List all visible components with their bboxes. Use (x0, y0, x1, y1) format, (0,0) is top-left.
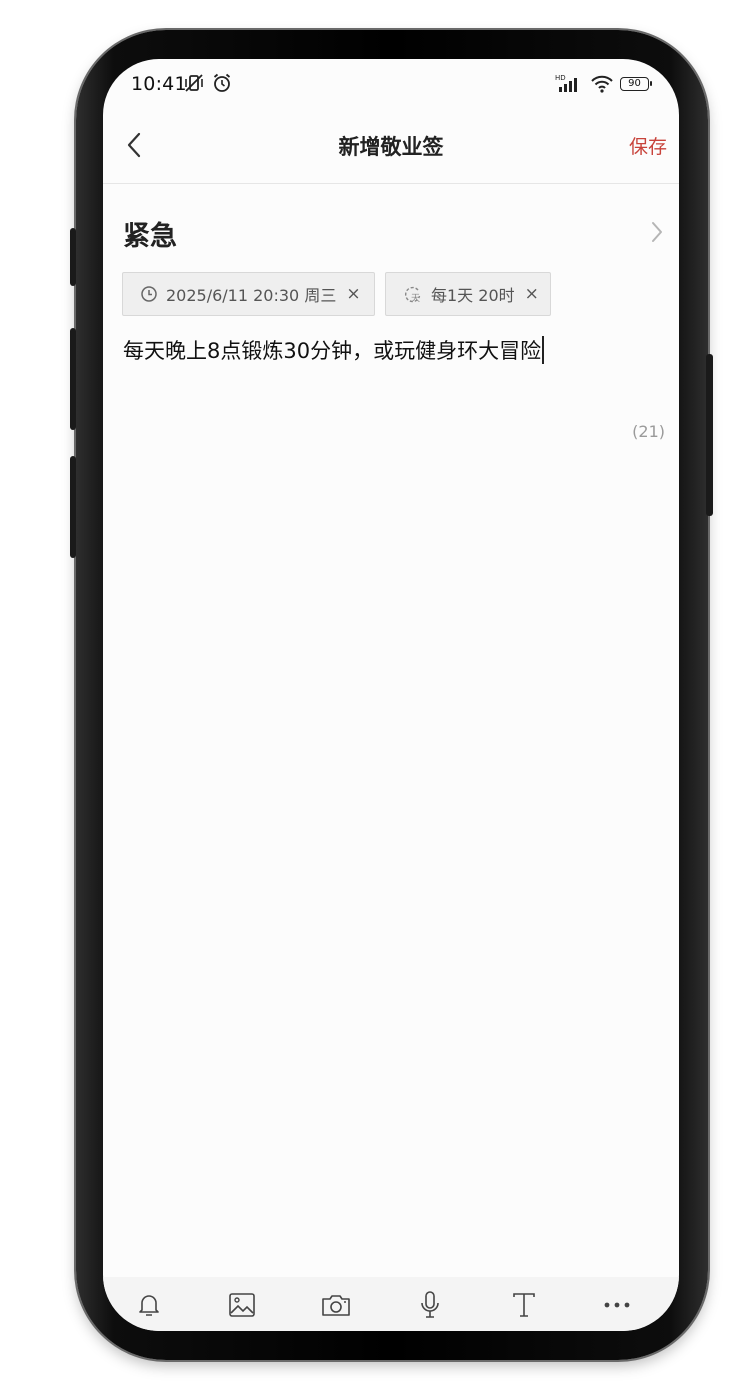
battery-level: 90 (628, 78, 641, 89)
page-title: 新增敬业签 (338, 135, 444, 159)
alarm-icon (211, 72, 233, 98)
more-icon[interactable] (601, 1289, 633, 1321)
reminder-time-text: 2025/6/11 20:30 周三 (166, 286, 337, 305)
network-label: HD (555, 74, 566, 82)
top-navigation-bar: 新增敬业签 保存 (103, 109, 679, 184)
remove-reminder-button[interactable]: × (346, 284, 360, 304)
phone-side-button-1 (70, 228, 76, 286)
phone-side-button-2 (70, 328, 76, 430)
bell-icon[interactable] (133, 1289, 165, 1321)
reminder-time-chip[interactable]: 2025/6/11 20:30 周三 × (122, 272, 375, 316)
signal-icon: HD (555, 73, 583, 99)
text-format-icon[interactable] (508, 1289, 540, 1321)
character-count: (21) (632, 422, 665, 441)
bottom-toolbar (103, 1277, 679, 1331)
battery-icon: 90 (620, 77, 652, 91)
remove-repeat-button[interactable]: × (525, 284, 539, 304)
note-text-input[interactable]: 每天晚上8点锻炼30分钟，或玩健身环大冒险 (123, 335, 545, 365)
category-label[interactable]: 紧急 (123, 214, 177, 253)
app-screen: 10:41 HD 90 新增敬业签 保存 紧急 2025/6/11 20:30 … (103, 59, 679, 1331)
status-time: 10:41 (131, 73, 187, 95)
phone-power-button (706, 354, 713, 516)
image-icon[interactable] (226, 1289, 258, 1321)
repeat-icon: 天 (403, 285, 423, 303)
text-cursor (542, 336, 545, 364)
vibrate-off-icon (183, 72, 205, 98)
repeat-text: 每1天 20时 (431, 286, 515, 305)
repeat-chip[interactable]: 天 每1天 20时 × (385, 272, 551, 316)
repeat-icon-label: 天 (411, 294, 420, 303)
note-text: 每天晚上8点锻炼30分钟，或玩健身环大冒险 (123, 339, 542, 363)
wifi-icon (590, 73, 614, 99)
save-button[interactable]: 保存 (629, 132, 667, 159)
microphone-icon[interactable] (414, 1289, 446, 1321)
status-bar: 10:41 HD 90 (103, 59, 679, 109)
phone-side-button-3 (70, 456, 76, 558)
clock-icon (140, 285, 158, 303)
camera-icon[interactable] (320, 1289, 352, 1321)
category-chevron-right-icon[interactable] (649, 219, 665, 245)
